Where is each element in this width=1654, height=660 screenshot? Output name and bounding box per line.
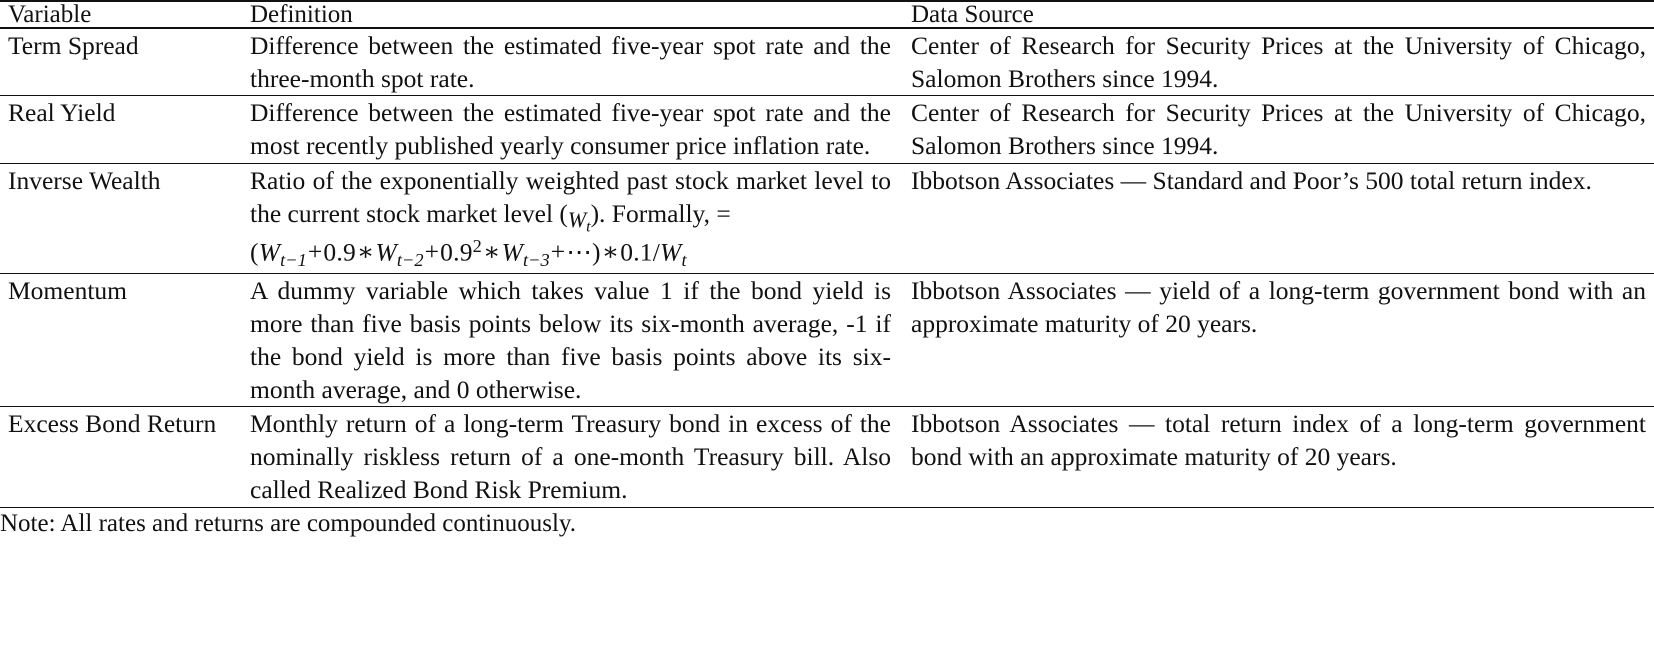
cell-variable-inverse-wealth: Inverse Wealth [0, 163, 240, 274]
formula-term2-variable: W [375, 237, 397, 267]
table-row: Inverse Wealth Ratio of the exponentiall… [0, 163, 1654, 274]
inverse-wealth-formula: (Wt−1+0.9∗Wt−2+0.92∗Wt−3+⋯)∗0.1/Wt [250, 235, 891, 273]
formula-ellipsis: ⋯ [566, 237, 593, 267]
variable-definition-table: Variable Definition Data Source Term Spr… [0, 0, 1654, 540]
formula-term1-subscript: t−1 [280, 249, 307, 270]
formula-plus-2: + [424, 237, 440, 267]
column-header-variable: Variable [0, 0, 240, 29]
cell-definition-term-spread: Difference between the estimated five-ye… [240, 28, 905, 97]
table-note-row: Note: All rates and returns are compound… [0, 507, 1654, 540]
table-row: Excess Bond Return Monthly return of a l… [0, 406, 1654, 508]
math-subscript-t: t [586, 218, 591, 236]
formula-open-paren: ( [250, 237, 259, 267]
inline-math-wealth-symbol: Wt [568, 206, 591, 238]
cell-data-source-term-spread: Center of Research for Security Prices a… [905, 28, 1654, 97]
formula-coef-2: 0.9 [323, 237, 356, 267]
formula-term1-variable: W [258, 237, 281, 267]
cell-variable-excess-bond-return: Excess Bond Return [0, 406, 240, 508]
formula-close-paren: ) [592, 237, 601, 267]
column-header-definition: Definition [240, 0, 905, 29]
cell-definition-excess-bond-return: Monthly return of a long-term Treasury b… [240, 406, 905, 508]
cell-definition-momentum: A dummy variable which takes value 1 if … [240, 273, 905, 408]
formula-term4-subscript: t [681, 249, 687, 270]
cell-data-source-inverse-wealth: Ibbotson Associates — Standard and Poor’… [905, 163, 1654, 274]
formula-term4-variable: W [660, 237, 682, 267]
formula-term2-subscript: t−2 [396, 249, 424, 270]
table-header-row: Variable Definition Data Source [0, 0, 1654, 29]
formula-term3-variable: W [501, 237, 524, 267]
formula-times-2: ∗ [356, 237, 375, 267]
cell-definition-inverse-wealth: Ratio of the exponentially weighted past… [240, 163, 905, 274]
formula-plus-3: + [550, 237, 566, 267]
math-variable-W: W [567, 206, 587, 232]
formula-term3-subscript: t−3 [523, 249, 550, 270]
cell-variable-term-spread: Term Spread [0, 28, 240, 97]
table-note: Note: All rates and returns are compound… [0, 509, 577, 537]
table-row: Term Spread Difference between the estim… [0, 28, 1654, 97]
formula-plus-1: + [307, 237, 323, 267]
cell-variable-momentum: Momentum [0, 273, 240, 408]
table-row: Momentum A dummy variable which takes va… [0, 273, 1654, 408]
table-row: Real Yield Difference between the estima… [0, 95, 1654, 164]
formula-coef-3-exponent: 2 [472, 235, 483, 256]
cell-data-source-excess-bond-return: Ibbotson Associates — total return index… [905, 406, 1654, 508]
cell-data-source-real-yield: Center of Research for Security Prices a… [905, 95, 1654, 164]
formula-coef-3: 0.9 [440, 237, 473, 267]
formula-times-3: ∗ [483, 237, 501, 267]
cell-data-source-momentum: Ibbotson Associates — yield of a long-te… [905, 273, 1654, 408]
column-header-data-source: Data Source [905, 0, 1654, 29]
cell-variable-real-yield: Real Yield [0, 95, 240, 164]
cell-definition-real-yield: Difference between the estimated five-ye… [240, 95, 905, 164]
formula-coef-4: 0.1/ [620, 237, 661, 267]
definition-text-middle: ). Formally, = [590, 198, 731, 228]
table-header: Variable Definition Data Source [0, 0, 1654, 29]
formula-times-4: ∗ [601, 237, 620, 267]
variable-definition-table-container: Variable Definition Data Source Term Spr… [0, 0, 1654, 540]
table-body: Term Spread Difference between the estim… [0, 28, 1654, 540]
